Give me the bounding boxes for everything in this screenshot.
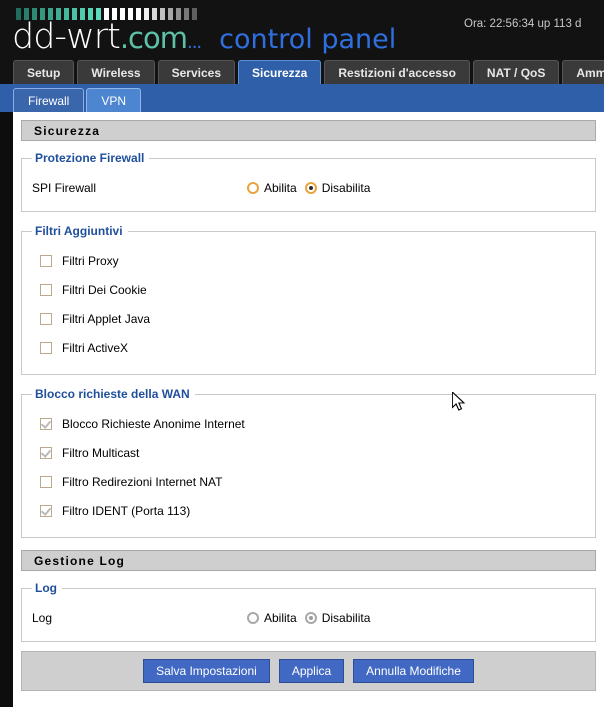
- list-additional-filters: Filtri Proxy Filtri Dei Cookie Filtri Appl…: [32, 246, 585, 362]
- site-logo: dd-wrt.com... control panel: [12, 17, 396, 57]
- checkbox-label: Filtri ActiveX: [62, 340, 129, 355]
- subtab-vpn[interactable]: VPN: [86, 88, 142, 112]
- logo-subtitle: control panel: [219, 24, 397, 55]
- legend-log: Log: [35, 581, 57, 595]
- checkbox[interactable]: [40, 312, 52, 325]
- checkbox-label: Filtro IDENT (Porta 113): [62, 503, 191, 518]
- section-header-log: Gestione Log: [21, 550, 596, 571]
- label-spi-firewall: SPI Firewall: [32, 181, 97, 195]
- radio-spi-abilita[interactable]: Abilita: [247, 181, 297, 195]
- tab-amministrazio[interactable]: Amministrazio: [562, 60, 604, 84]
- fieldset-additional-filters: Filtri Aggiuntivi Filtri Proxy Filtri Dei…: [21, 224, 596, 375]
- fieldset-log: Log Log Abilita Disabilita: [21, 581, 596, 642]
- additional-filter-row[interactable]: Filtri Dei Cookie: [32, 275, 585, 304]
- checkbox[interactable]: [40, 504, 52, 517]
- tab-wireless[interactable]: Wireless: [77, 60, 155, 84]
- tab-setup[interactable]: Setup: [13, 60, 75, 84]
- button-salva-impostazioni[interactable]: Salva Impostazioni: [143, 659, 270, 683]
- page-header: dd-wrt.com... control panel Ora: 22:56:34…: [0, 0, 604, 58]
- radio-group-log: Abilita Disabilita: [247, 611, 370, 625]
- additional-filter-row[interactable]: Filtri Applet Java: [32, 304, 585, 333]
- additional-filter-row[interactable]: Filtri Proxy: [32, 246, 585, 275]
- button-annulla-modifiche[interactable]: Annulla Modifiche: [353, 659, 474, 683]
- legend-firewall-protection: Protezione Firewall: [35, 151, 145, 165]
- content-inner: Sicurezza Protezione Firewall SPI Firewa…: [13, 112, 604, 642]
- checkbox-label: Filtri Dei Cookie: [62, 282, 147, 297]
- checkbox[interactable]: [40, 417, 52, 430]
- action-button-bar: Salva Impostazioni Applica Annulla Modific…: [21, 651, 596, 691]
- radio-button[interactable]: [247, 182, 259, 194]
- wan-filter-row[interactable]: Filtro Multicast: [32, 438, 585, 467]
- button-applica[interactable]: Applica: [278, 659, 345, 683]
- checkbox-label: Filtri Applet Java: [62, 311, 151, 326]
- wan-filter-row[interactable]: Filtro Redirezioni Internet NAT: [32, 467, 585, 496]
- tab-sicurezza[interactable]: Sicurezza: [238, 60, 322, 84]
- wan-filter-row[interactable]: Blocco Richieste Anonime Internet: [32, 409, 585, 438]
- radio-label: Abilita: [264, 181, 297, 195]
- uptime-clock: Ora: 22:56:34 up 113 d: [464, 18, 582, 30]
- logo-dots: ...: [186, 32, 202, 53]
- subtab-firewall[interactable]: Firewall: [13, 88, 85, 112]
- radio-log-abilita[interactable]: Abilita: [247, 611, 297, 625]
- list-wan-block: Blocco Richieste Anonime Internet Filtro …: [32, 409, 585, 525]
- checkbox-label: Blocco Richieste Anonime Internet: [62, 416, 245, 431]
- fieldset-firewall-protection: Protezione Firewall SPI Firewall Abilita…: [21, 151, 596, 212]
- label-log: Log: [32, 611, 53, 625]
- radio-label: Disabilita: [321, 611, 371, 625]
- content-page: Sicurezza Protezione Firewall SPI Firewa…: [13, 112, 604, 707]
- checkbox-label: Filtro Redirezioni Internet NAT: [62, 474, 223, 489]
- logo-suffix-text: .com: [119, 21, 188, 55]
- row-log: Log Abilita Disabilita: [32, 607, 585, 629]
- radio-button[interactable]: [304, 182, 317, 194]
- logo-main-text: dd-wrt: [12, 17, 121, 57]
- checkbox[interactable]: [40, 341, 52, 354]
- checkbox[interactable]: [40, 283, 52, 296]
- radio-spi-disabilita[interactable]: Disabilita: [304, 181, 371, 195]
- additional-filter-row[interactable]: Filtri ActiveX: [32, 333, 585, 362]
- tab-nat-qos[interactable]: NAT / QoS: [472, 60, 560, 84]
- radio-button[interactable]: [247, 612, 259, 624]
- legend-wan-block: Blocco richieste della WAN: [35, 387, 190, 401]
- tab-restizioni-d-accesso[interactable]: Restizioni d'accesso: [324, 60, 470, 84]
- main-tab-bar: Setup Wireless Services Sicurezza Restizioni…: [0, 58, 604, 84]
- radio-label: Abilita: [264, 611, 297, 625]
- radio-button[interactable]: [304, 612, 317, 624]
- radio-group-spi-firewall: Abilita Disabilita: [247, 181, 370, 195]
- section-header-security: Sicurezza: [21, 120, 596, 141]
- checkbox-label: Filtri Proxy: [62, 253, 119, 268]
- sub-tab-bar: Firewall VPN: [0, 84, 604, 112]
- checkbox-label: Filtro Multicast: [62, 445, 140, 460]
- tab-services[interactable]: Services: [157, 60, 235, 84]
- radio-label: Disabilita: [321, 181, 371, 195]
- row-spi-firewall: SPI Firewall Abilita Disabilita: [32, 177, 585, 199]
- fieldset-wan-block: Blocco richieste della WAN Blocco Richie…: [21, 387, 596, 538]
- checkbox[interactable]: [40, 446, 52, 459]
- wan-filter-row[interactable]: Filtro IDENT (Porta 113): [32, 496, 585, 525]
- checkbox[interactable]: [40, 254, 52, 267]
- legend-additional-filters: Filtri Aggiuntivi: [35, 224, 123, 238]
- checkbox[interactable]: [40, 475, 52, 488]
- radio-log-disabilita[interactable]: Disabilita: [304, 611, 371, 625]
